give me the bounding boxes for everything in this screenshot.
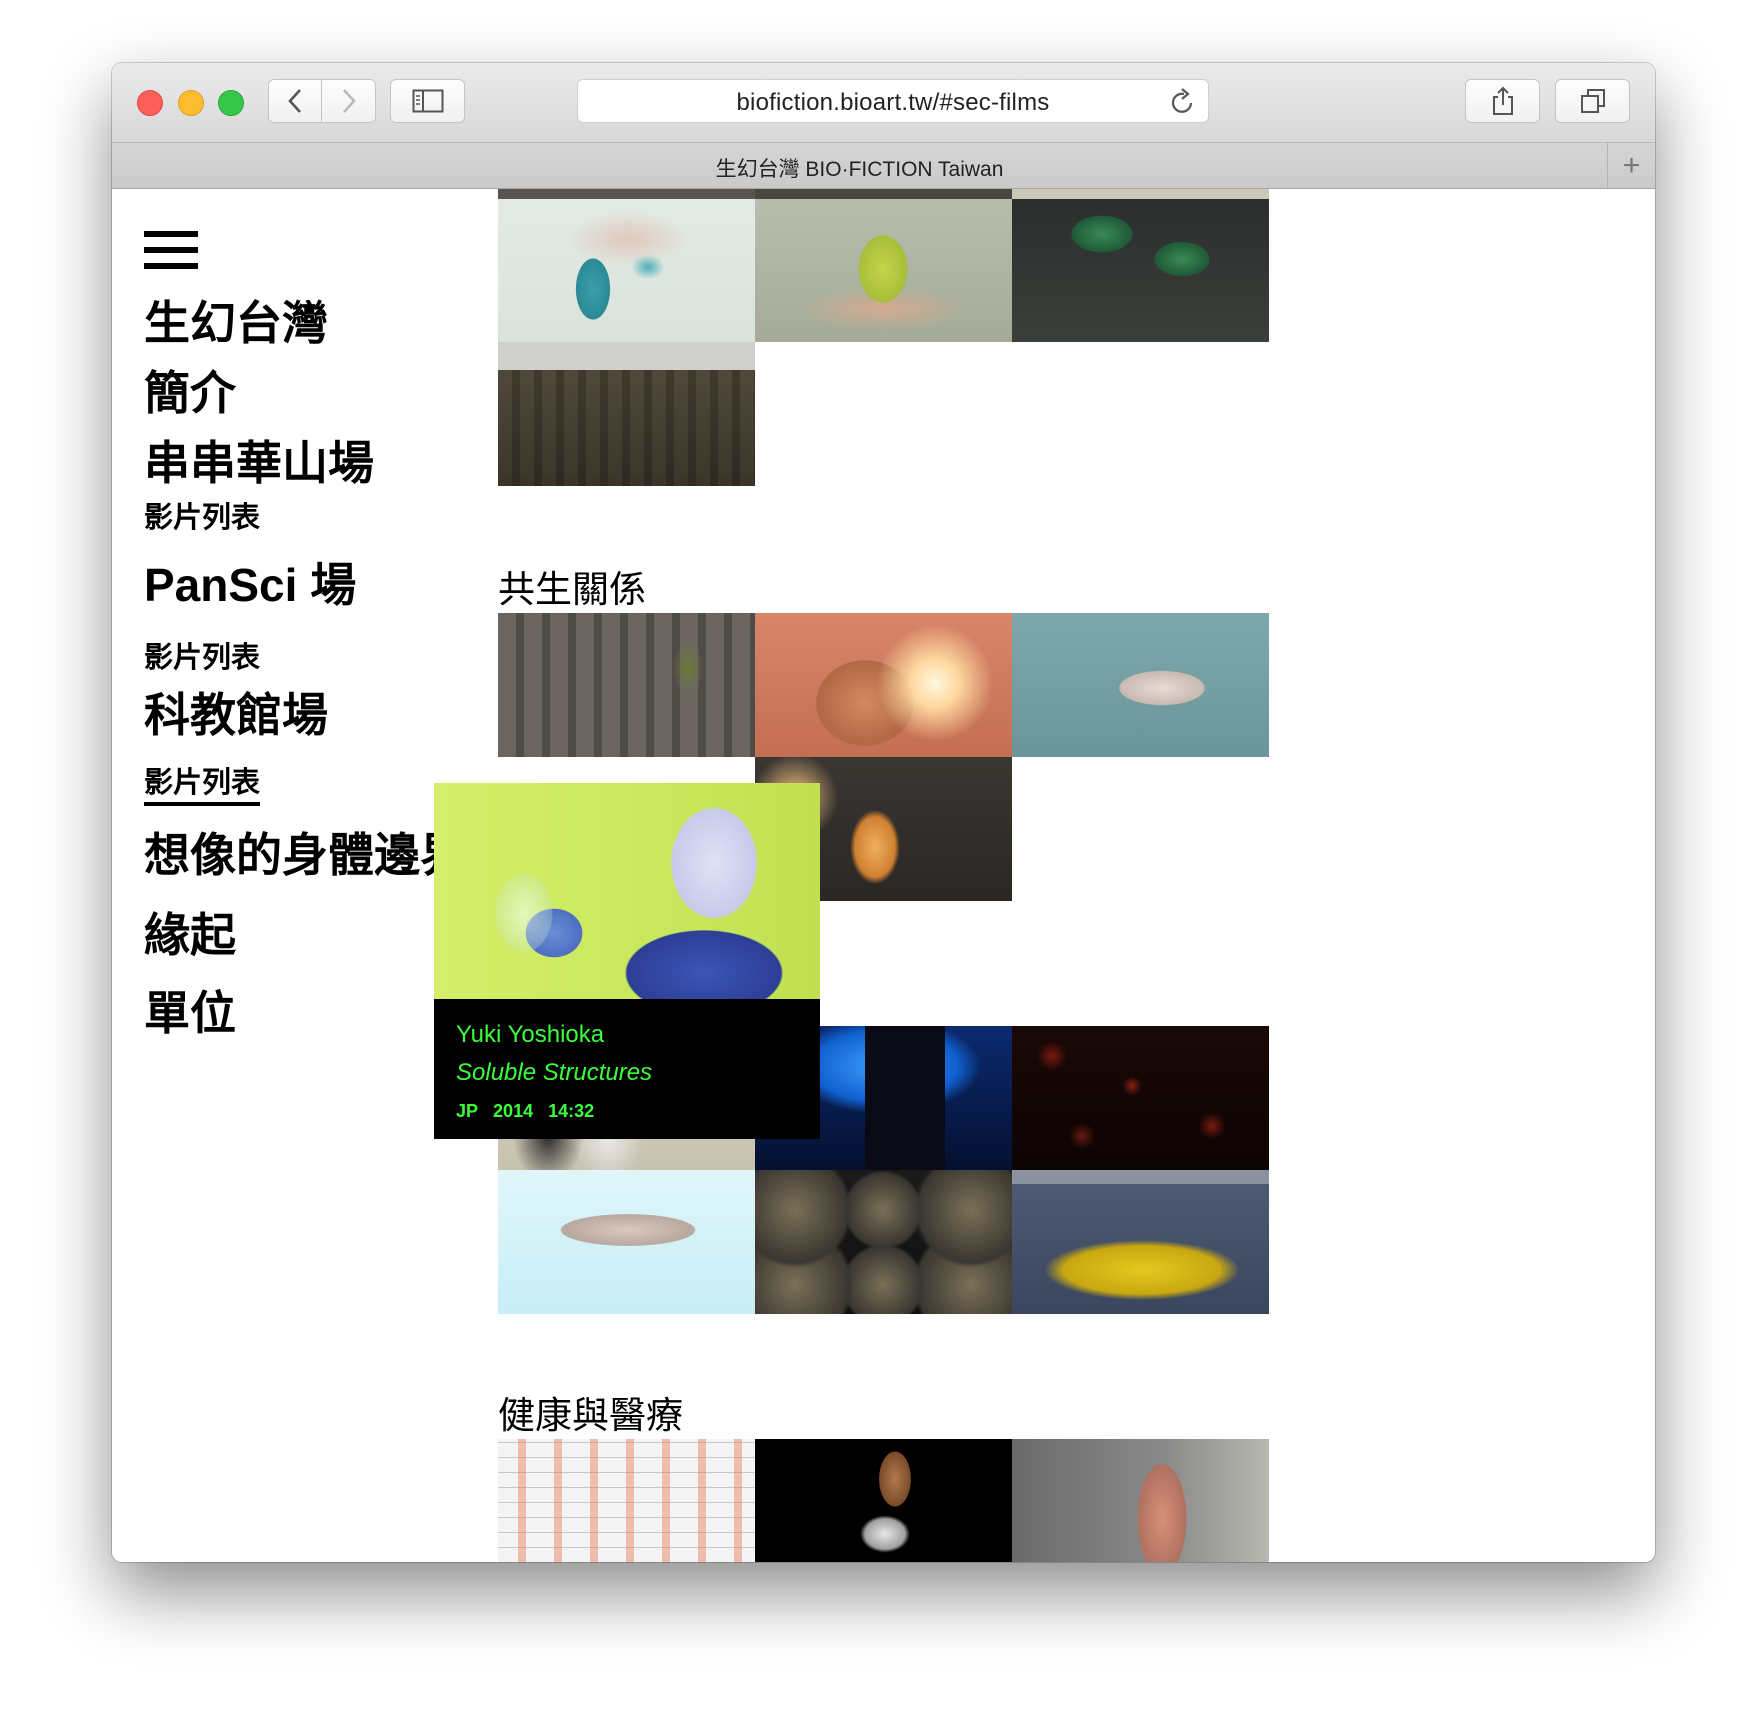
- film-hover-info: Yuki Yoshioka Soluble Structures JP 2014…: [434, 999, 820, 1139]
- film-thumbnail[interactable]: [498, 1170, 755, 1314]
- film-thumbnail[interactable]: [1012, 613, 1269, 757]
- nav-item-organizers[interactable]: 單位: [144, 977, 236, 1043]
- close-window-button[interactable]: [137, 90, 163, 116]
- maximize-window-button[interactable]: [218, 90, 244, 116]
- nav-sub-pansci-film-list[interactable]: 影片列表: [144, 634, 260, 676]
- film-thumbnail[interactable]: [498, 342, 755, 486]
- reload-icon[interactable]: [1170, 88, 1196, 121]
- browser-toolbar: biofiction.bioart.tw/#sec-films: [112, 63, 1655, 143]
- show-all-tabs-button[interactable]: [1555, 79, 1630, 123]
- nav-sub-huashan-film-list[interactable]: 影片列表: [144, 494, 260, 536]
- plus-icon: +: [1622, 148, 1641, 182]
- film-thumbnail[interactable]: [1012, 1026, 1269, 1170]
- film-hover-image: [434, 783, 820, 999]
- section-title-health-medicine: 健康與醫療: [498, 1395, 683, 1436]
- nav-item-origin[interactable]: 緣起: [144, 899, 236, 965]
- chevron-left-icon: [288, 89, 301, 113]
- nav-item-pansci-venue[interactable]: PanSci 場: [144, 549, 356, 615]
- back-button[interactable]: [268, 79, 322, 123]
- film-country: JP: [456, 1101, 479, 1121]
- film-thumbnail[interactable]: [1012, 1439, 1269, 1562]
- film-artist: Yuki Yoshioka: [456, 1021, 605, 1048]
- new-tab-button[interactable]: +: [1607, 143, 1655, 188]
- film-thumbnail[interactable]: [498, 189, 755, 342]
- address-bar[interactable]: biofiction.bioart.tw/#sec-films: [577, 79, 1209, 123]
- share-icon: [1492, 86, 1513, 115]
- nav-item-intro[interactable]: 簡介: [144, 357, 236, 423]
- page-content: 生幻台灣 簡介 串串華山場 影片列表 PanSci 場 影片列表 科教館場 影片…: [112, 189, 1655, 1562]
- forward-button[interactable]: [322, 79, 376, 123]
- film-thumbnail[interactable]: [498, 1439, 755, 1562]
- browser-window: biofiction.bioart.tw/#sec-films 生幻台灣 BIO…: [112, 63, 1655, 1562]
- nav-sub-science-museum-film-list[interactable]: 影片列表: [144, 759, 261, 806]
- film-thumbnail[interactable]: [755, 613, 1012, 757]
- section-title-symbiosis: 共生關係: [498, 569, 646, 610]
- film-year: 2014: [493, 1101, 534, 1121]
- tab-title[interactable]: 生幻台灣 BIO·FICTION Taiwan: [112, 153, 1607, 183]
- film-thumbnail[interactable]: [755, 1439, 1012, 1562]
- nav-item-biofiction-taiwan[interactable]: 生幻台灣: [144, 287, 328, 353]
- sidebar-icon: [412, 89, 443, 113]
- minimize-window-button[interactable]: [178, 90, 204, 116]
- film-meta: JP 2014 14:32: [456, 1101, 798, 1122]
- film-thumbnail[interactable]: [755, 189, 1012, 342]
- film-thumbnail[interactable]: [1012, 189, 1269, 342]
- film-title: Soluble Structures: [456, 1059, 653, 1086]
- nav-item-imagined-body-boundaries[interactable]: 想像的身體邊界: [144, 819, 466, 885]
- film-thumbnail[interactable]: [498, 613, 755, 757]
- film-thumbnail[interactable]: [1012, 1170, 1269, 1314]
- film-hover-card[interactable]: Yuki Yoshioka Soluble Structures JP 2014…: [434, 783, 820, 1139]
- film-thumbnail[interactable]: [755, 1170, 1012, 1314]
- menu-icon[interactable]: [144, 231, 198, 269]
- chevron-right-icon: [342, 89, 356, 113]
- nav-item-huashan-venue[interactable]: 串串華山場: [144, 427, 374, 493]
- film-duration: 14:32: [548, 1101, 595, 1121]
- nav-item-science-museum-venue[interactable]: 科教館場: [144, 679, 328, 745]
- url-text: biofiction.bioart.tw/#sec-films: [736, 89, 1050, 116]
- tab-bar: 生幻台灣 BIO·FICTION Taiwan +: [112, 143, 1655, 189]
- tabs-icon: [1580, 89, 1605, 113]
- share-button[interactable]: [1465, 79, 1540, 123]
- sidebar-toggle-button[interactable]: [390, 79, 465, 123]
